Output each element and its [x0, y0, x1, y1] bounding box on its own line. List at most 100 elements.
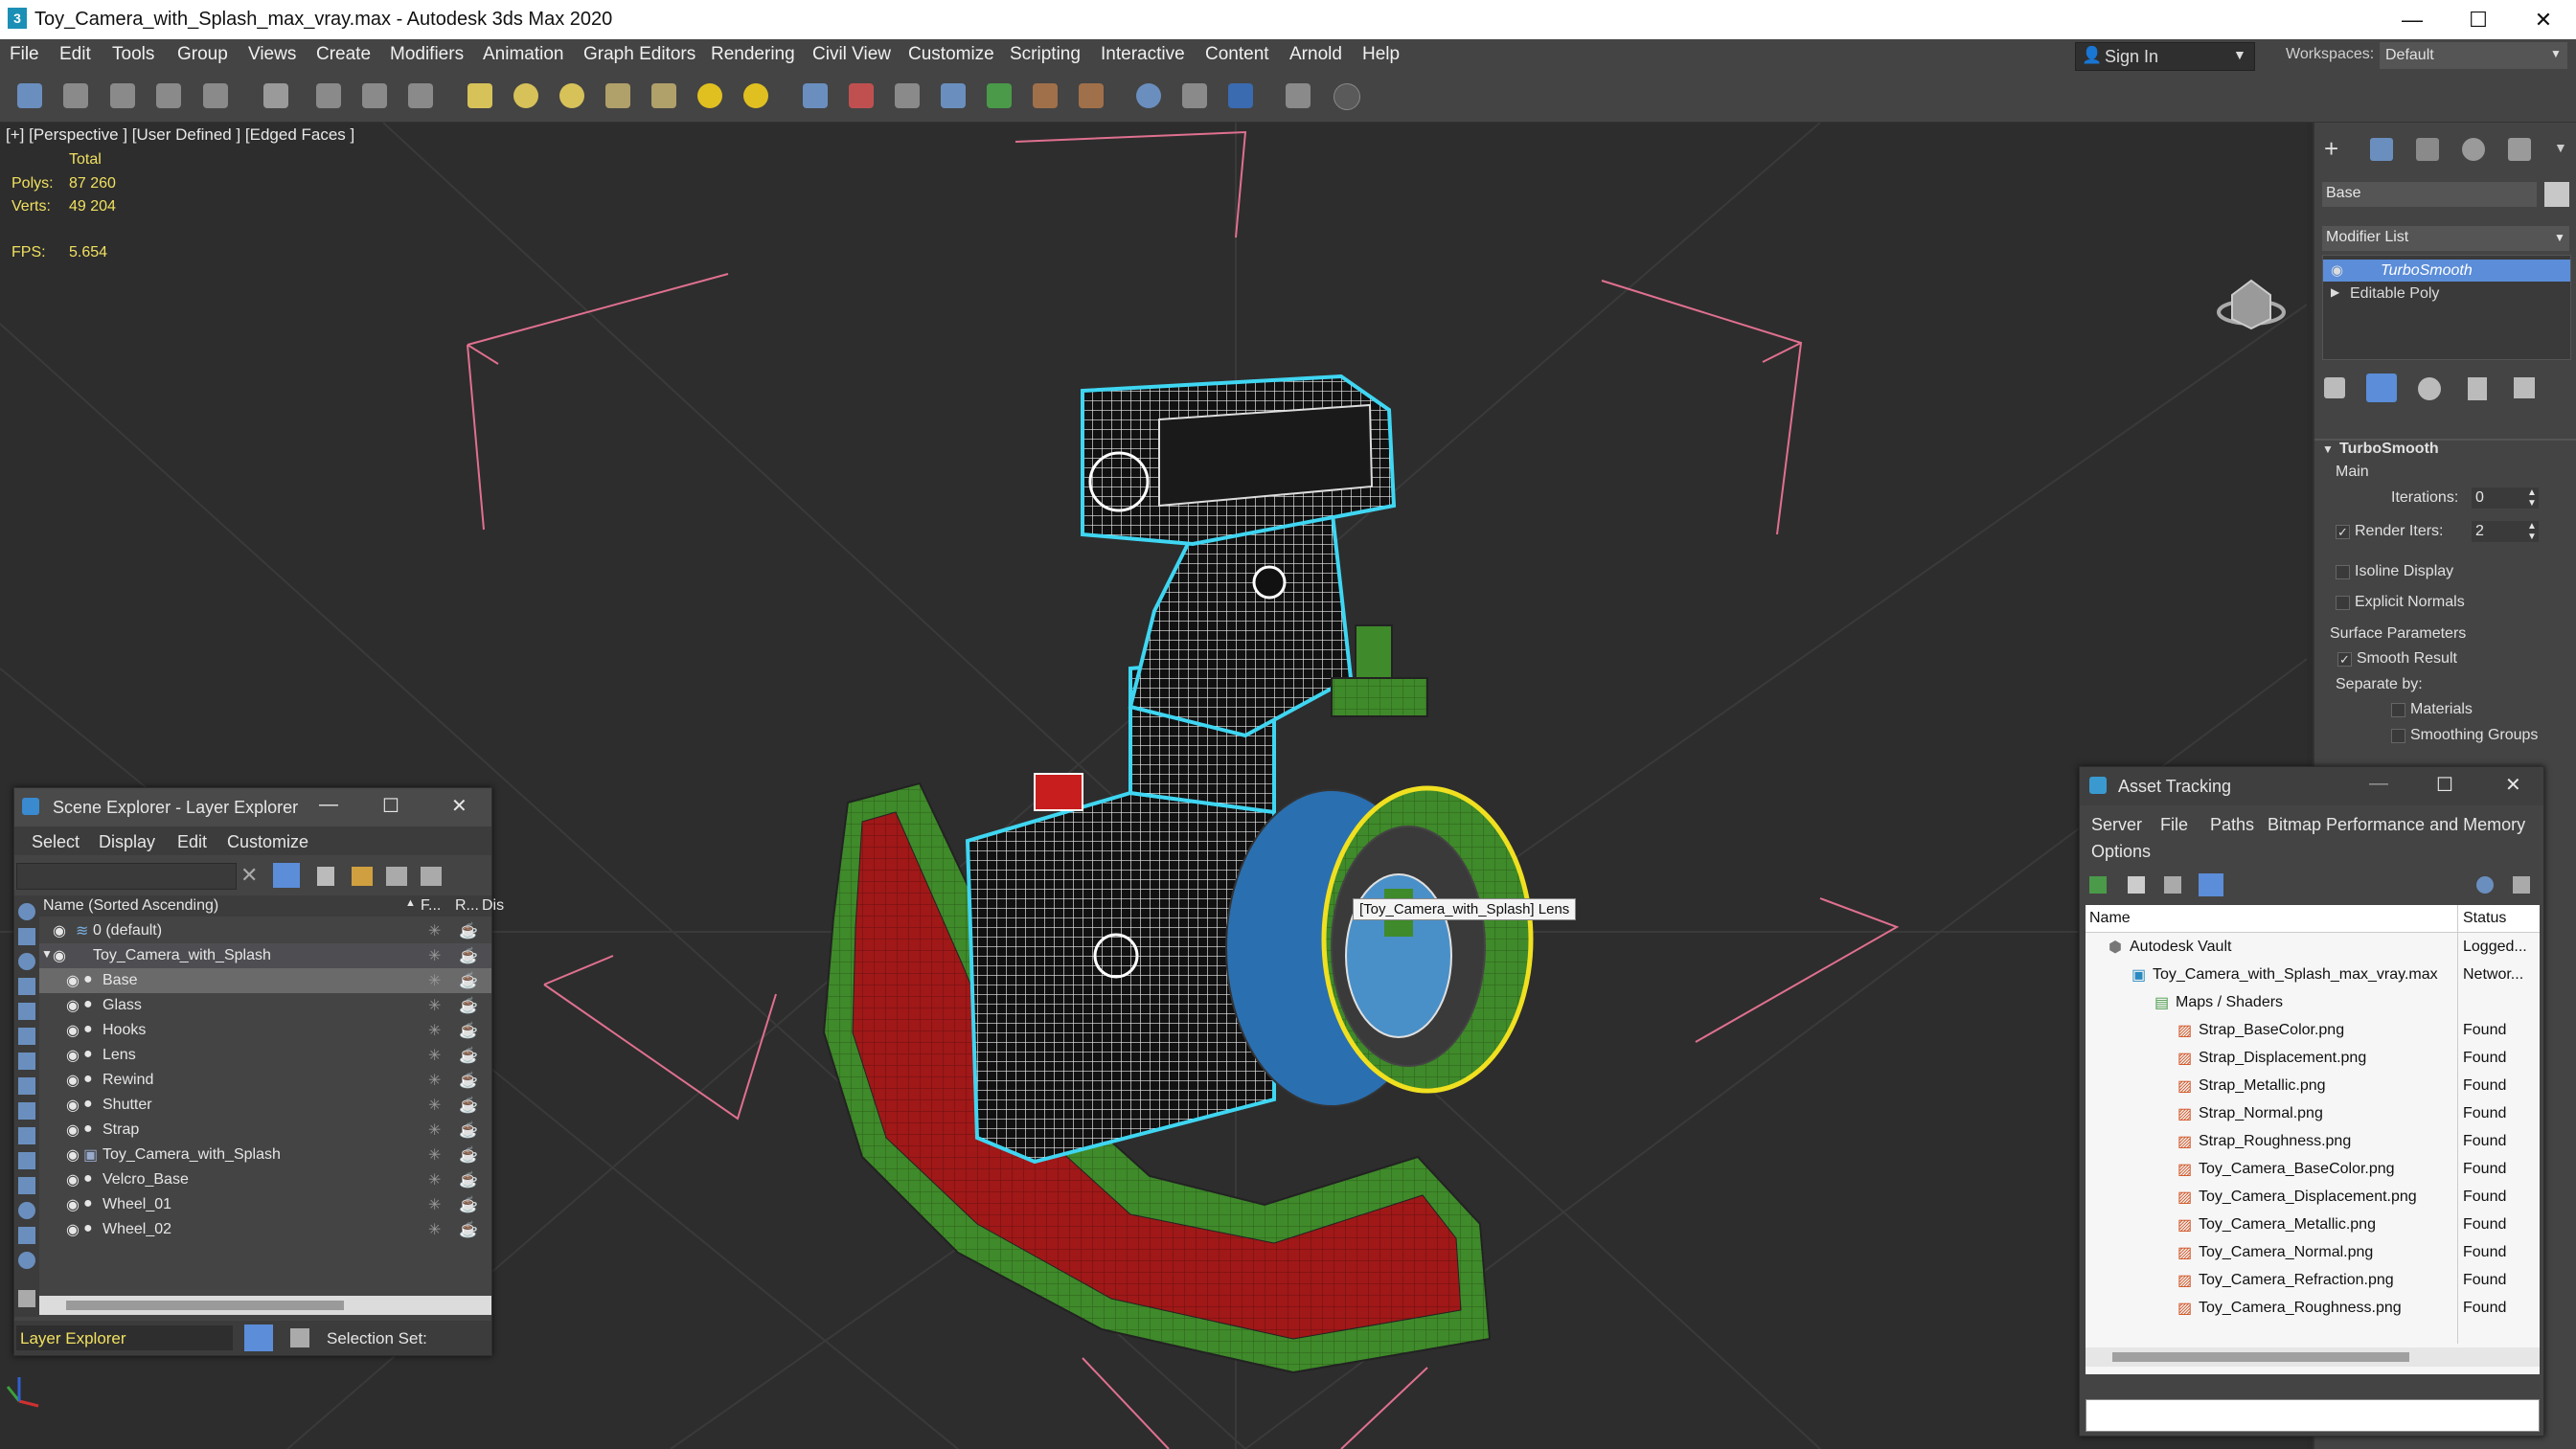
- configure-modifier-sets-icon[interactable]: [2514, 377, 2535, 398]
- eye-icon[interactable]: ◉: [66, 1071, 80, 1090]
- close-button[interactable]: ✕: [2505, 773, 2521, 797]
- menu-animation[interactable]: Animation: [483, 44, 564, 65]
- freeze-icon[interactable]: ✳: [428, 946, 441, 965]
- freeze-icon[interactable]: ✳: [428, 1071, 441, 1090]
- spinner-arrows-icon[interactable]: ▲ ▼: [2527, 521, 2537, 542]
- eye-icon[interactable]: ◉: [53, 946, 66, 965]
- object-color-swatch[interactable]: [2544, 182, 2569, 207]
- freeze-icon[interactable]: ✳: [428, 1145, 441, 1165]
- remove-modifier-icon[interactable]: [2468, 377, 2487, 400]
- asset-row[interactable]: ▨ Strap_BaseColor.png Found: [2086, 1017, 2540, 1045]
- display-bones-icon[interactable]: [18, 1102, 35, 1120]
- freeze-icon[interactable]: ✳: [428, 1195, 441, 1214]
- pin-stack-icon[interactable]: [2324, 377, 2345, 398]
- cone-icon[interactable]: [651, 83, 676, 108]
- maximize-button[interactable]: ☐: [2436, 773, 2453, 797]
- freeze-icon[interactable]: ✳: [428, 921, 441, 940]
- asset-row[interactable]: ▨ Toy_Camera_BaseColor.png Found: [2086, 1156, 2540, 1184]
- explorer-mode-dropdown[interactable]: Layer Explorer: [16, 1325, 233, 1350]
- smooth-result-checkbox[interactable]: ✓: [2337, 652, 2352, 667]
- select-move-icon[interactable]: [467, 83, 492, 108]
- layers-icon[interactable]: [386, 867, 407, 886]
- minimize-button[interactable]: —: [2380, 0, 2445, 39]
- asset-row[interactable]: ▨ Strap_Metallic.png Found: [2086, 1073, 2540, 1100]
- modifier-list-dropdown[interactable]: Modifier List ▼: [2322, 226, 2569, 251]
- display-xrefs-icon[interactable]: [18, 1077, 35, 1095]
- select-scale-icon[interactable]: [559, 83, 584, 108]
- display-groups-icon[interactable]: [18, 1053, 35, 1070]
- eye-icon[interactable]: ◉: [66, 1145, 80, 1165]
- help-icon[interactable]: [2476, 876, 2494, 894]
- align-icon[interactable]: [895, 83, 920, 108]
- curve-editor-icon[interactable]: [987, 83, 1012, 108]
- render-teapot-icon[interactable]: ☕: [459, 946, 478, 965]
- asset-tracking-titlebar[interactable]: Asset Tracking — ☐ ✕: [2080, 767, 2543, 805]
- minimize-button[interactable]: —: [319, 794, 338, 816]
- horizontal-scrollbar[interactable]: [2086, 1347, 2540, 1367]
- at-menu-paths[interactable]: Paths: [2210, 815, 2254, 835]
- eye-icon[interactable]: ◉: [66, 1195, 80, 1214]
- clear-search-icon[interactable]: ✕: [240, 863, 258, 888]
- tree-row[interactable]: ◉ ● Shutter ✳ ☕: [39, 1093, 491, 1118]
- utilities-tab-icon[interactable]: ▼: [2554, 140, 2567, 155]
- freeze-icon[interactable]: ✳: [428, 1046, 441, 1065]
- asset-row[interactable]: ▤ Maps / Shaders: [2086, 989, 2540, 1017]
- redo-icon[interactable]: [63, 83, 88, 108]
- scrollbar-thumb[interactable]: [66, 1301, 344, 1310]
- menu-views[interactable]: Views: [248, 44, 296, 65]
- table-view-icon[interactable]: [2199, 873, 2223, 896]
- object-name-field[interactable]: Base: [2322, 182, 2537, 207]
- render-teapot-icon[interactable]: ☕: [459, 1121, 478, 1140]
- display-all-icon[interactable]: [18, 1202, 35, 1219]
- menu-civil-view[interactable]: Civil View: [812, 44, 891, 65]
- render-teapot-icon[interactable]: ☕: [459, 1046, 478, 1065]
- smoothing-groups-checkbox[interactable]: [2391, 729, 2405, 743]
- tree-row[interactable]: ◉ ● Strap ✳ ☕: [39, 1118, 491, 1143]
- col-status-header[interactable]: Status: [2463, 910, 2506, 927]
- show-end-result-icon[interactable]: [2366, 374, 2397, 402]
- se-menu-display[interactable]: Display: [99, 832, 155, 852]
- sphere-icon[interactable]: [743, 83, 768, 108]
- viewport-label[interactable]: [+] [Perspective ] [User Defined ] [Edge…: [6, 125, 354, 145]
- tree-row[interactable]: ◉ ● Velcro_Base ✳ ☕: [39, 1167, 491, 1192]
- tree-row[interactable]: ◉ ≋ 0 (default) ✳ ☕: [39, 918, 491, 943]
- freeze-icon[interactable]: ✳: [428, 971, 441, 990]
- render-teapot-icon[interactable]: ☕: [459, 1071, 478, 1090]
- display-frozen-icon[interactable]: [18, 1152, 35, 1169]
- menu-tools[interactable]: Tools: [112, 44, 154, 65]
- render-teapot-icon[interactable]: ☕: [459, 1021, 478, 1040]
- maximize-button[interactable]: ☐: [2446, 0, 2511, 39]
- eye-icon[interactable]: ◉: [2331, 261, 2343, 279]
- close-button[interactable]: ✕: [2511, 0, 2576, 39]
- render-teapot-icon[interactable]: ☕: [459, 1195, 478, 1214]
- eye-icon[interactable]: ◉: [66, 1170, 80, 1189]
- render-teapot-icon[interactable]: ☕: [459, 971, 478, 990]
- options-icon[interactable]: [18, 1290, 35, 1307]
- asset-path-field[interactable]: [2086, 1399, 2540, 1432]
- light-icon[interactable]: [697, 83, 722, 108]
- freeze-icon[interactable]: ✳: [428, 1096, 441, 1115]
- isoline-display-checkbox[interactable]: [2336, 565, 2350, 579]
- schematic-view-icon[interactable]: [1033, 83, 1058, 108]
- link-icon[interactable]: [110, 83, 135, 108]
- spinner-arrows-icon[interactable]: ▲ ▼: [2527, 487, 2537, 509]
- new-layer-icon[interactable]: [352, 867, 373, 886]
- render-teapot-icon[interactable]: ☕: [459, 1096, 478, 1115]
- help-icon[interactable]: [1334, 83, 1360, 110]
- tree-view-icon[interactable]: [2164, 876, 2181, 894]
- eye-icon[interactable]: ◉: [66, 971, 80, 990]
- close-button[interactable]: ✕: [451, 794, 467, 818]
- display-helpers-icon[interactable]: [18, 1003, 35, 1020]
- create-tab-icon[interactable]: +: [2324, 136, 2349, 161]
- asset-row[interactable]: ▣ Toy_Camera_with_Splash_max_vray.max Ne…: [2086, 962, 2540, 989]
- hierarchy-icon[interactable]: [421, 867, 442, 886]
- hierarchy-tab-icon[interactable]: [2416, 138, 2439, 161]
- col-render-header[interactable]: R...: [455, 897, 479, 915]
- snap-toggle-icon[interactable]: [803, 83, 828, 108]
- stack-item-turbosmooth[interactable]: ◉ TurboSmooth: [2323, 260, 2570, 282]
- eye-icon[interactable]: ◉: [66, 1220, 80, 1239]
- explicit-normals-checkbox[interactable]: [2336, 596, 2350, 610]
- tree-row[interactable]: ◉ ● Rewind ✳ ☕: [39, 1068, 491, 1093]
- tree-row[interactable]: ◉ ● Wheel_02 ✳ ☕: [39, 1217, 491, 1242]
- rendered-frame-window-icon[interactable]: [1182, 83, 1207, 108]
